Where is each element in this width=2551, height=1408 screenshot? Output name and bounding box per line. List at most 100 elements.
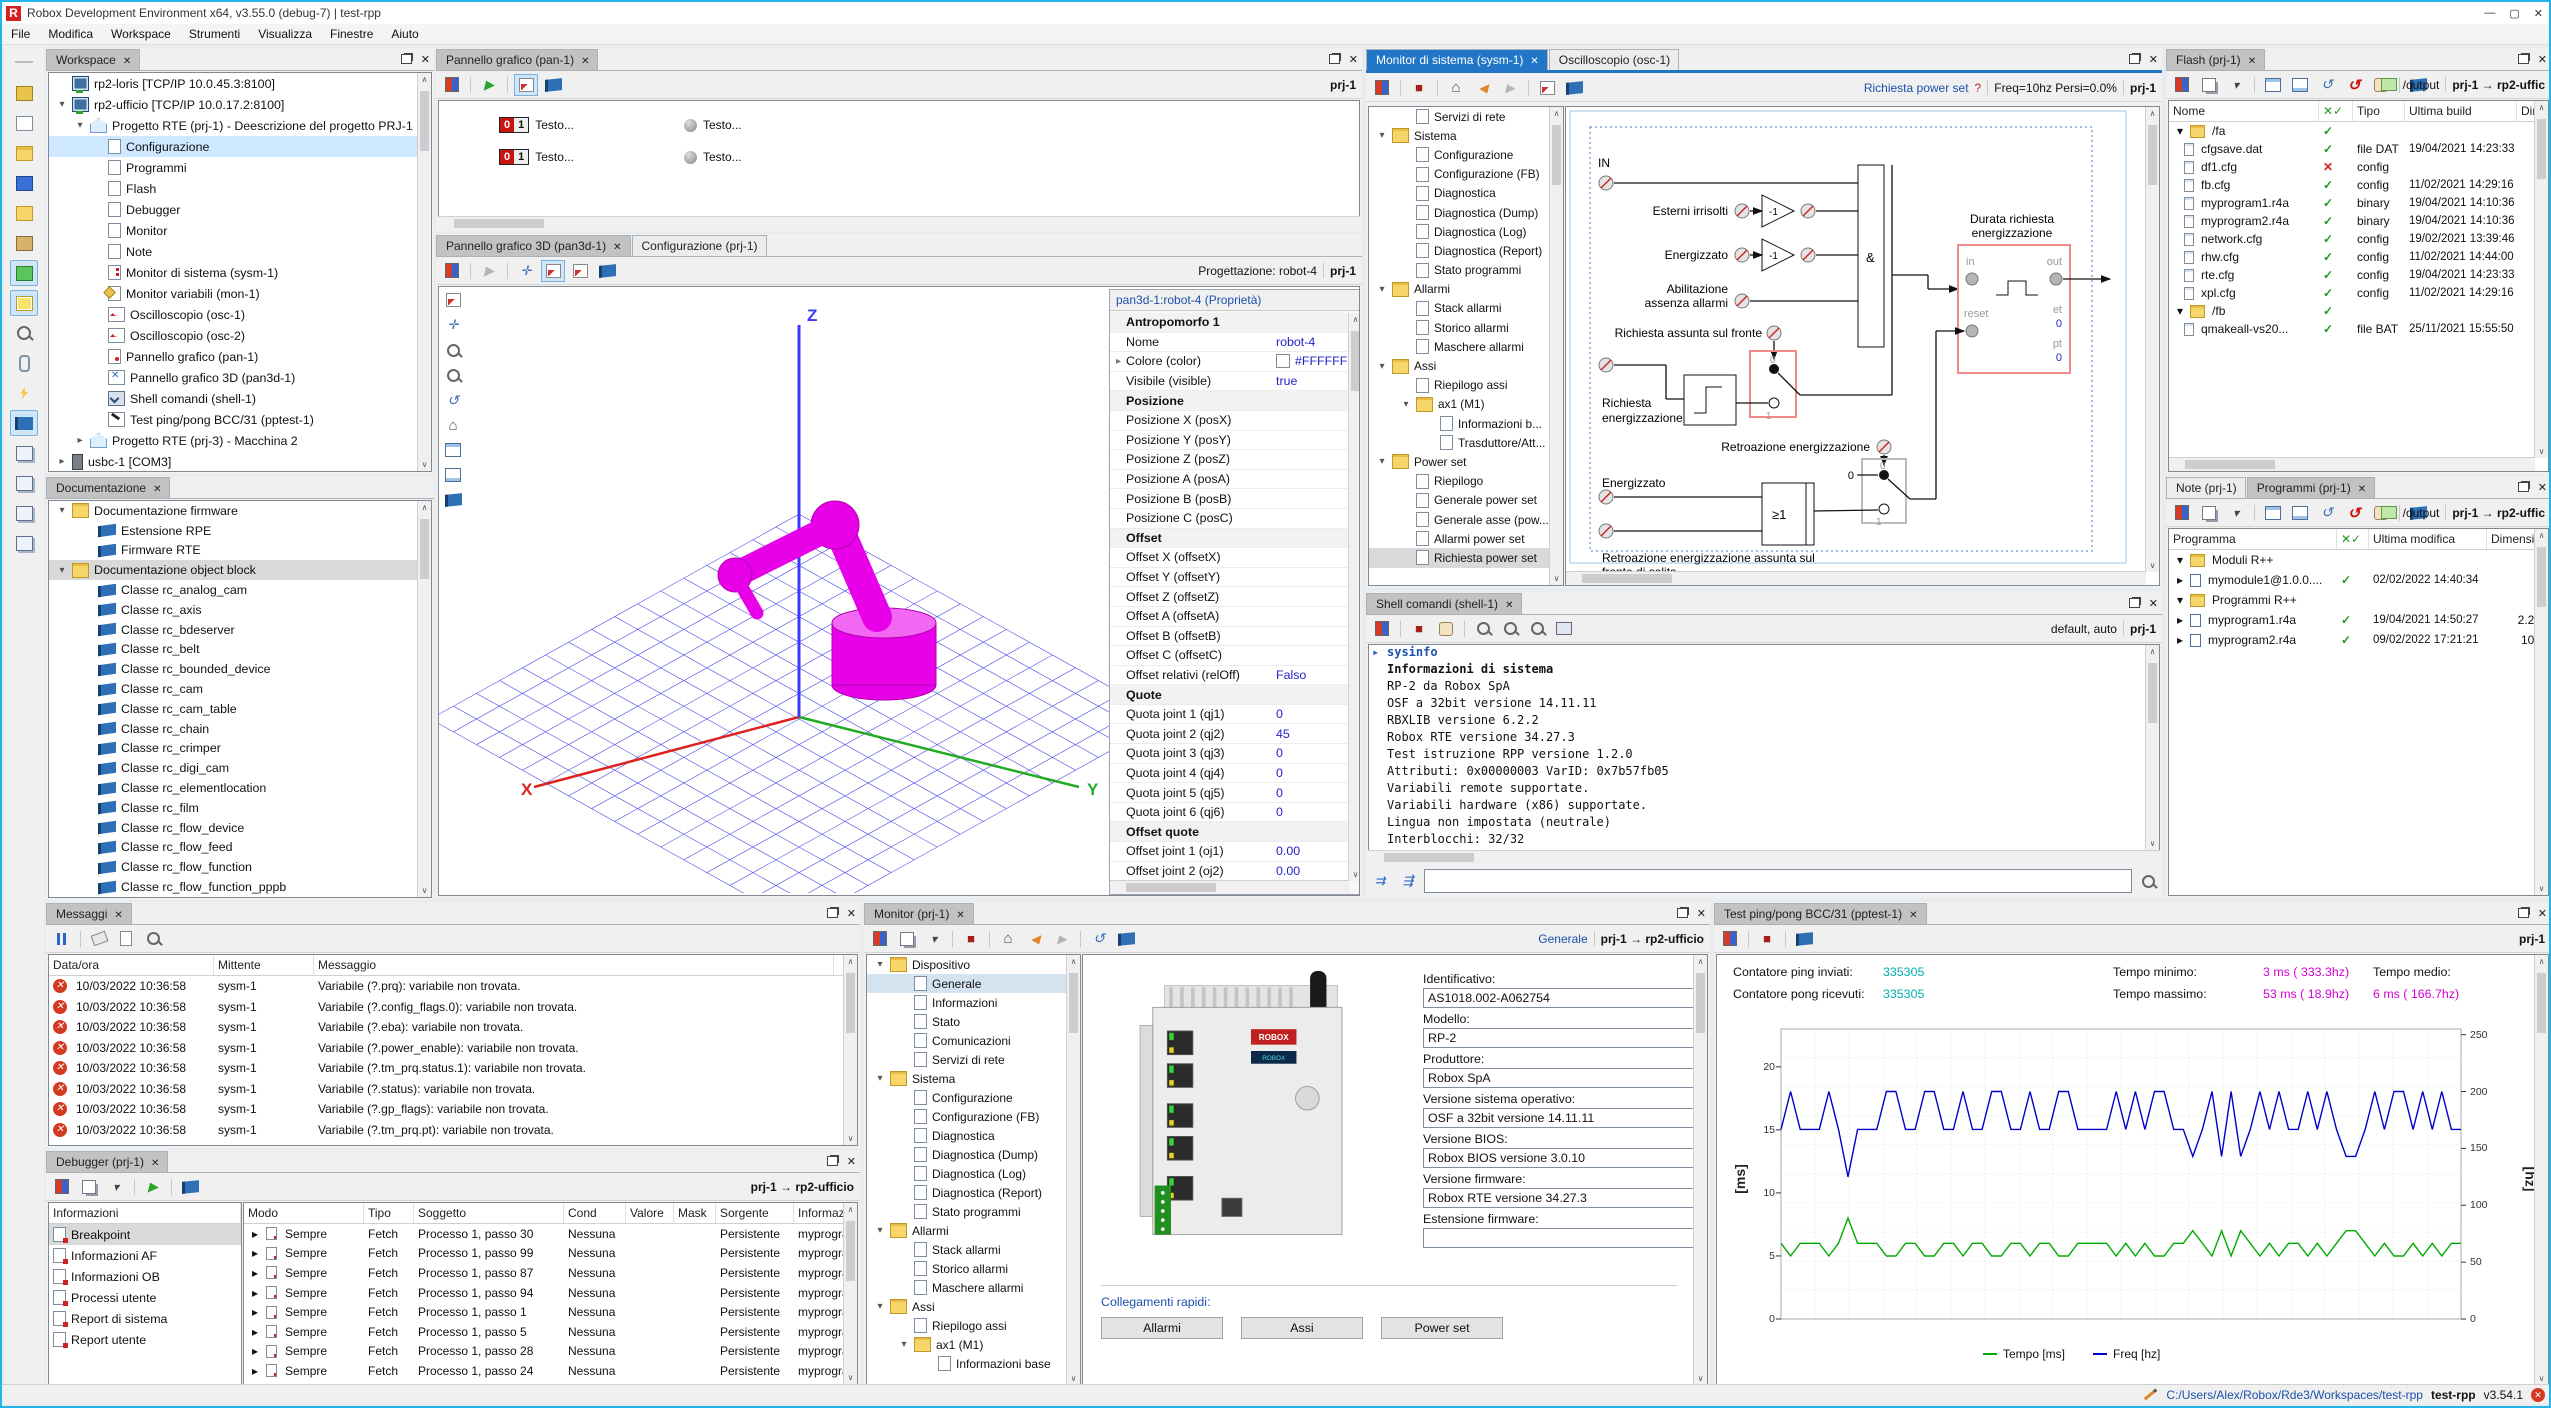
tree-item[interactable]: Diagnostica (Log): [1369, 222, 1563, 241]
toolbar-icon[interactable]: [10, 260, 38, 286]
canvas3d[interactable]: X Y Z pan3d-1:robot-4 (Proprietà): [438, 286, 1360, 896]
col-header[interactable]: Informazioni: [49, 1203, 241, 1223]
undo-icon[interactable]: [2342, 502, 2366, 524]
tree-item[interactable]: Generale: [867, 974, 1080, 993]
message-row[interactable]: 10/03/2022 10:36:58 sysm-1 Variabile (?.…: [49, 1058, 857, 1079]
tree-item[interactable]: Riepilogo assi: [1369, 376, 1563, 395]
field-value[interactable]: RP-2: [1423, 1028, 1701, 1048]
tree-item[interactable]: Oscilloscopio (osc-2): [49, 325, 431, 346]
close-panel-icon[interactable]: [1697, 906, 1706, 920]
build-all-icon[interactable]: [2261, 74, 2285, 96]
menu-item[interactable]: Finestre: [321, 25, 382, 43]
menu-item[interactable]: Visualizza: [249, 25, 321, 43]
expander-icon[interactable]: ▾: [57, 505, 67, 516]
build-icon[interactable]: [2288, 502, 2312, 524]
tree-item[interactable]: Diagnostica: [1369, 184, 1563, 203]
help-book-icon[interactable]: [1562, 77, 1586, 99]
property-value[interactable]: 0: [1276, 786, 1283, 800]
tree-item[interactable]: Monitor di sistema (sysm-1): [49, 262, 431, 283]
undo-icon[interactable]: [2342, 74, 2366, 96]
property-value[interactable]: 0: [1276, 766, 1283, 780]
expander-icon[interactable]: ▸: [2173, 632, 2187, 648]
tree-item[interactable]: ▾ Allarmi: [867, 1221, 1080, 1240]
toolbar-icon[interactable]: [10, 230, 38, 256]
breakpoint-row[interactable]: ▸Sempre Fetch Processo 1, passo 30 Nessu…: [244, 1224, 857, 1244]
float-panel-icon[interactable]: [827, 1156, 838, 1166]
property-row[interactable]: Posizione Y (posY): [1110, 431, 1349, 451]
message-row[interactable]: 10/03/2022 10:36:58 sysm-1 Variabile (?.…: [49, 976, 857, 997]
expander-icon[interactable]: ▾: [1377, 130, 1387, 141]
expander-icon[interactable]: ▾: [2173, 123, 2187, 139]
h-scrollbar[interactable]: [1110, 880, 1349, 894]
scrollbar[interactable]: ∧∨: [2534, 101, 2548, 458]
col-header[interactable]: Data/ora: [49, 955, 214, 975]
hand-icon[interactable]: [1434, 618, 1458, 640]
col-header[interactable]: Modo: [244, 1203, 364, 1223]
tree-item[interactable]: ▾ Documentazione object block: [49, 560, 431, 580]
tab-pingpong[interactable]: Test ping/pong BCC/31 (pptest-1): [1714, 903, 1927, 924]
breakpoint-row[interactable]: ▸Sempre Fetch Processo 1, passo 5 Nessun…: [244, 1322, 857, 1342]
tree-item[interactable]: Classe rc_flow_function: [49, 857, 431, 877]
expander-icon[interactable]: [2173, 184, 2181, 186]
tree-item[interactable]: Diagnostica (Report): [867, 1183, 1080, 1202]
expander-icon[interactable]: [2173, 328, 2181, 330]
help-book-icon[interactable]: [595, 260, 619, 282]
message-row[interactable]: 10/03/2022 10:36:58 sysm-1 Variabile (?.…: [49, 997, 857, 1018]
col-header[interactable]: Cond: [564, 1203, 626, 1223]
tree-item[interactable]: Programmi: [49, 157, 431, 178]
list-item[interactable]: Report di sistema: [49, 1308, 241, 1329]
quick-link-button[interactable]: Allarmi: [1101, 1317, 1223, 1339]
properties-icon[interactable]: [1718, 928, 1742, 950]
float-panel-icon[interactable]: [1329, 54, 1340, 64]
tab-documentation[interactable]: Documentazione: [46, 477, 170, 498]
program-row[interactable]: ▸ myprogram1.r4a ✓ 19/04/2021 14:50:27 2…: [2169, 610, 2548, 630]
program-row[interactable]: ▾ Moduli R++: [2169, 550, 2548, 570]
property-value[interactable]: true: [1276, 374, 1297, 388]
tab-configuration[interactable]: Configurazione (prj-1): [632, 235, 767, 256]
dropdown-icon[interactable]: [104, 1176, 128, 1198]
h-scrollbar[interactable]: [438, 216, 1360, 230]
float-panel-icon[interactable]: [2518, 908, 2529, 918]
tree-item[interactable]: Servizi di rete: [1369, 107, 1563, 126]
led-indicator[interactable]: 01: [499, 117, 529, 133]
expander-icon[interactable]: ▸: [248, 1226, 262, 1242]
tree-item[interactable]: Configurazione: [1369, 145, 1563, 164]
flash-row[interactable]: rhw.cfg ✓ config 11/02/2021 14:44:00: [2169, 248, 2548, 266]
expander-icon[interactable]: ▾: [75, 120, 85, 131]
tree-item[interactable]: Classe rc_cam_table: [49, 699, 431, 719]
scrollbar[interactable]: ∧∨: [1066, 955, 1080, 1385]
col-header-status[interactable]: ✕✓: [2337, 529, 2369, 549]
zoom-in-icon[interactable]: [1498, 618, 1522, 640]
scrollbar[interactable]: ∧∨: [843, 1203, 857, 1384]
expander-icon[interactable]: ▾: [57, 99, 67, 110]
float-panel-icon[interactable]: [401, 54, 412, 64]
property-value[interactable]: Falso: [1276, 668, 1306, 682]
stop-icon[interactable]: [959, 928, 983, 950]
expander-icon[interactable]: [2173, 166, 2181, 168]
tree-item[interactable]: Configurazione: [49, 136, 431, 157]
dropdown-icon[interactable]: [2224, 74, 2248, 96]
tab-programs[interactable]: Programmi (prj-1): [2247, 477, 2375, 498]
lamp-indicator[interactable]: [684, 151, 697, 164]
col-header[interactable]: Ultima build: [2405, 101, 2517, 121]
current-page-link[interactable]: Generale: [1538, 932, 1587, 946]
tree-item[interactable]: Classe rc_cam: [49, 679, 431, 699]
search-command-icon[interactable]: [2136, 870, 2160, 892]
tree-item[interactable]: Pannello grafico 3D (pan3d-1): [49, 367, 431, 388]
menu-item[interactable]: Aiuto: [382, 25, 427, 43]
property-row[interactable]: Posizione Z (posZ): [1110, 450, 1349, 470]
tab-messages[interactable]: Messaggi: [46, 903, 132, 924]
tree-item[interactable]: Maschere allarmi: [867, 1278, 1080, 1297]
toolbar-icon[interactable]: [10, 410, 38, 436]
run-icon[interactable]: [477, 74, 501, 96]
properties-icon[interactable]: [2170, 74, 2194, 96]
property-value[interactable]: 0.00: [1276, 844, 1300, 858]
col-header[interactable]: Mask: [674, 1203, 716, 1223]
flash-row[interactable]: rte.cfg ✓ config 19/04/2021 14:23:33: [2169, 266, 2548, 284]
expander-icon[interactable]: ▾: [57, 565, 67, 576]
tree-item[interactable]: Stack allarmi: [867, 1240, 1080, 1259]
grid-icon[interactable]: [441, 464, 465, 486]
page-icon[interactable]: [114, 928, 138, 950]
tree-item[interactable]: ▸ usbc-1 [COM3]: [49, 451, 431, 472]
float-panel-icon[interactable]: [2129, 54, 2140, 64]
